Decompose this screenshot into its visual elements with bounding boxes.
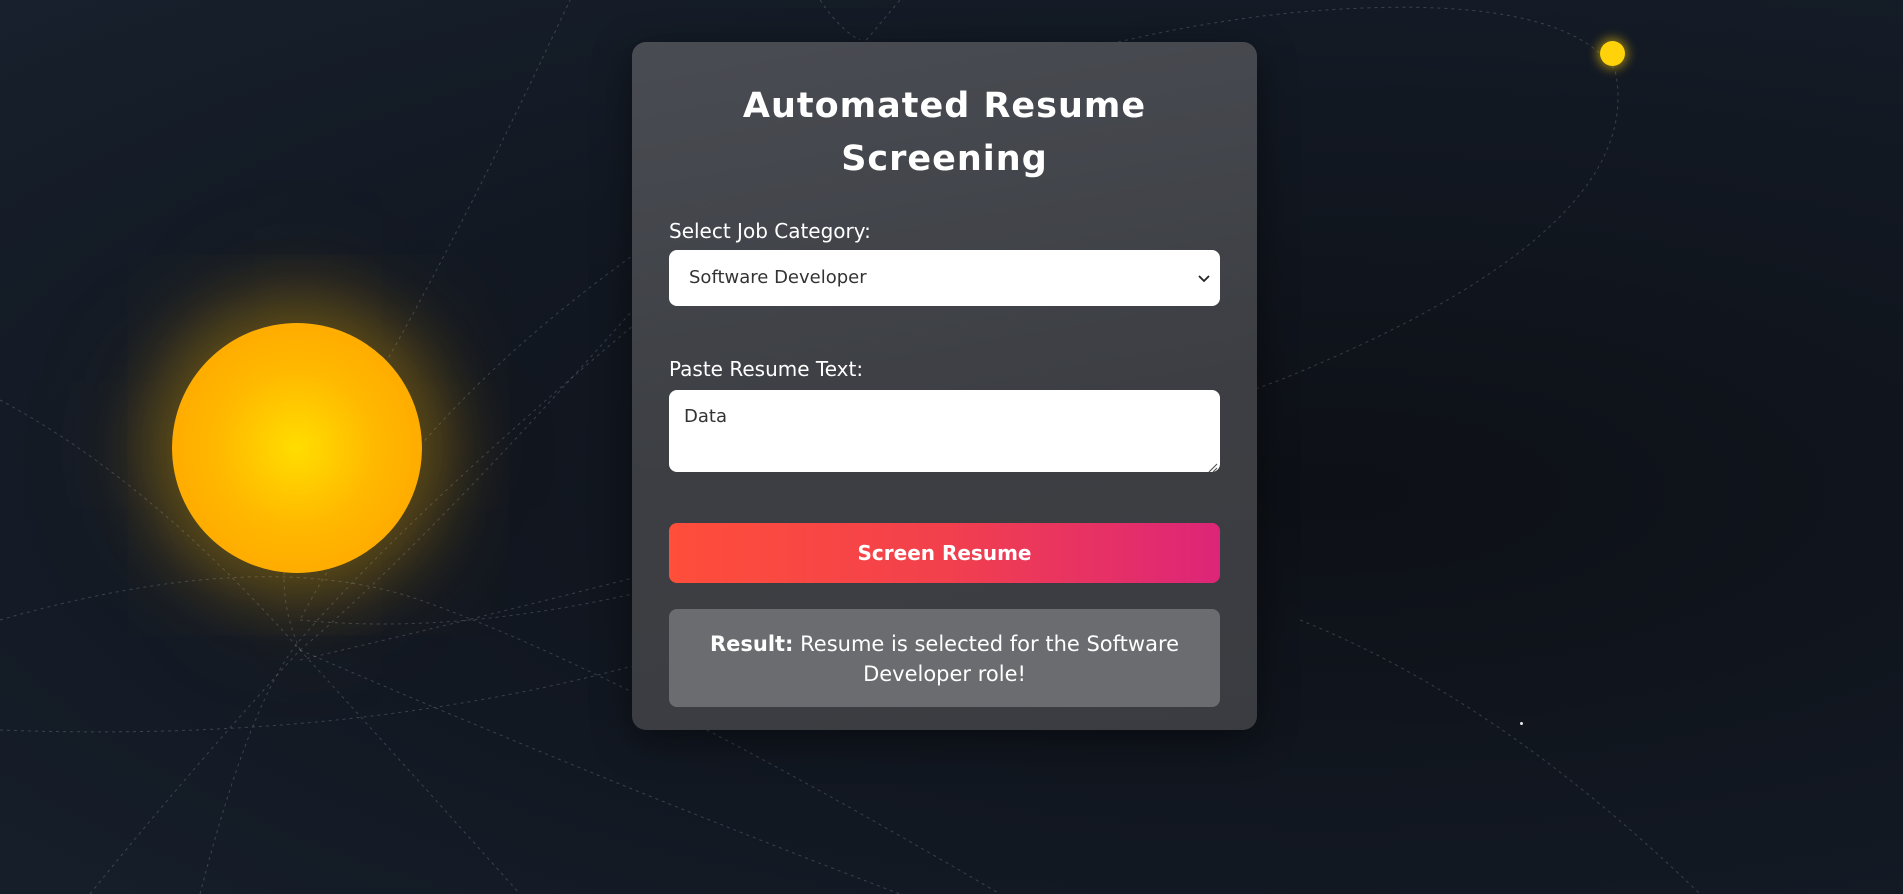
job-category-select[interactable]: Software Developer: [669, 250, 1220, 306]
screen-resume-button[interactable]: Screen Resume: [669, 523, 1220, 583]
resume-screening-card: Automated Resume Screening Select Job Ca…: [632, 42, 1257, 730]
result-label: Result:: [709, 632, 794, 656]
resume-text-value: Data: [684, 406, 727, 427]
job-category-label: Select Job Category:: [669, 219, 871, 243]
resume-text-input[interactable]: Data: [669, 390, 1220, 473]
resume-text-label: Paste Resume Text:: [669, 357, 864, 381]
star: [1520, 722, 1523, 725]
job-category-selected-value: Software Developer: [689, 267, 867, 288]
resize-handle-icon[interactable]: [1206, 458, 1218, 473]
sun: [172, 323, 422, 573]
orbit-path: [1299, 619, 1701, 894]
planet: [1600, 41, 1625, 66]
page-title: Automated Resume Screening: [742, 86, 1147, 179]
result-message: Resume is selected for the Software Deve…: [800, 632, 1180, 686]
orbit-path: [819, 0, 861, 41]
chevron-down-icon: [1194, 250, 1214, 306]
result-box: Result: Resume is selected for the Softw…: [669, 609, 1220, 707]
